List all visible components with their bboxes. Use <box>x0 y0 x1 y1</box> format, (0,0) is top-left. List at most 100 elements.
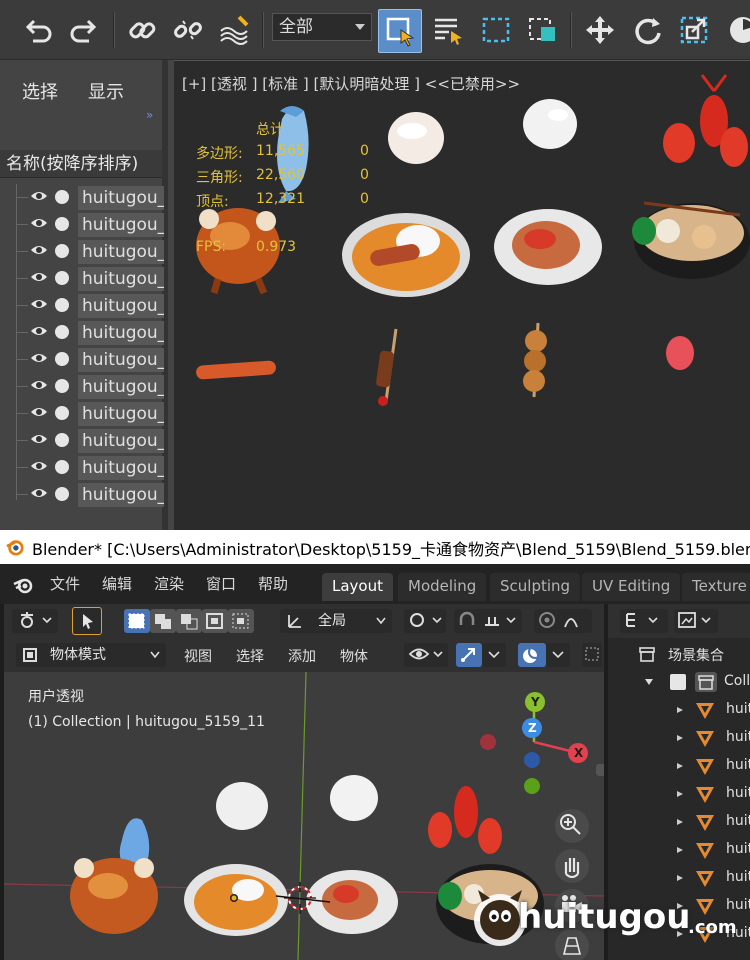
eye-icon[interactable] <box>30 432 48 446</box>
axis-x-label[interactable]: X <box>574 746 583 760</box>
scale-icon[interactable] <box>674 10 714 50</box>
bind-spacewarp-icon[interactable] <box>214 10 254 50</box>
gizmo-toggle[interactable] <box>456 643 482 667</box>
gizmo-dropdown[interactable] <box>482 643 506 667</box>
display-mode-dropdown[interactable] <box>620 609 668 633</box>
scene-object-name[interactable]: huitugou_ <box>78 429 164 453</box>
outliner-object-row[interactable]: huit <box>608 780 750 808</box>
scene-explorer-row[interactable]: huitugou_ <box>0 427 164 454</box>
eye-icon[interactable] <box>30 459 48 473</box>
transform-orientation-dropdown[interactable]: 全局 <box>280 609 392 633</box>
freeze-toggle-icon[interactable] <box>55 244 69 258</box>
visibility-dropdown[interactable] <box>404 643 448 667</box>
eye-icon[interactable] <box>30 378 48 392</box>
redo-icon[interactable] <box>64 10 104 50</box>
object-mode-dropdown[interactable]: 物体模式 <box>16 643 166 667</box>
scene-object-name[interactable]: huitugou_ <box>78 375 164 399</box>
scene-explorer-row[interactable]: huitugou_ <box>0 238 164 265</box>
freeze-toggle-icon[interactable] <box>55 271 69 285</box>
freeze-toggle-icon[interactable] <box>55 433 69 447</box>
expand-arrow-icon[interactable] <box>676 874 684 882</box>
expand-arrow-icon[interactable] <box>676 790 684 798</box>
expand-arrow-icon[interactable] <box>676 846 684 854</box>
freeze-toggle-icon[interactable] <box>55 460 69 474</box>
eye-icon[interactable] <box>30 297 48 311</box>
select-by-name-icon[interactable] <box>428 10 468 50</box>
freeze-toggle-icon[interactable] <box>55 487 69 501</box>
menu-edit[interactable]: 编辑 <box>102 573 132 594</box>
sidebar-toggle[interactable] <box>596 764 604 776</box>
outliner-object-row[interactable]: huit <box>608 752 750 780</box>
outliner-scene-collection[interactable]: 场景集合 <box>608 640 750 668</box>
scene-explorer-row[interactable]: huitugou_ <box>0 373 164 400</box>
expand-arrow-icon[interactable] <box>676 818 684 826</box>
menu-object[interactable]: 物体 <box>340 646 368 666</box>
expand-arrow-icon[interactable] <box>676 706 684 714</box>
move-icon[interactable] <box>580 10 620 50</box>
scene-explorer-row[interactable]: huitugou_ <box>0 346 164 373</box>
menu-view[interactable]: 视图 <box>184 646 212 666</box>
scene-explorer-row[interactable]: huitugou_ <box>0 184 164 211</box>
scene-object-name[interactable]: huitugou_ <box>78 213 164 237</box>
eye-icon[interactable] <box>30 243 48 257</box>
menu-render[interactable]: 渲染 <box>154 573 184 594</box>
axis-y-label[interactable]: Y <box>531 695 540 709</box>
overlays-dropdown[interactable] <box>546 643 570 667</box>
freeze-toggle-icon[interactable] <box>55 406 69 420</box>
blender-menu-icon[interactable] <box>12 574 34 596</box>
select-mode-invert-button[interactable] <box>202 609 228 633</box>
select-tool-button[interactable] <box>72 607 102 635</box>
undo-icon[interactable] <box>18 10 58 50</box>
menu-window[interactable]: 窗口 <box>206 573 236 594</box>
scene-object-name[interactable]: huitugou_ <box>78 294 164 318</box>
axis-z-label[interactable]: Z <box>528 721 537 735</box>
snap-toggle[interactable] <box>454 609 522 633</box>
tab-uv-editing[interactable]: UV Editing <box>582 573 681 601</box>
select-mode-subtract-button[interactable] <box>176 609 202 633</box>
collapse-icon[interactable]: » <box>146 108 153 122</box>
window-crossing-icon[interactable] <box>522 10 562 50</box>
scene-object-name[interactable]: huitugou_ <box>78 483 164 507</box>
select-object-button[interactable] <box>378 9 422 53</box>
eye-icon[interactable] <box>30 486 48 500</box>
outliner-object-row[interactable]: huit <box>608 724 750 752</box>
name-column-header[interactable]: 名称(按降序排序) <box>0 150 162 178</box>
scene-object-name[interactable]: huitugou_ <box>78 240 164 264</box>
overlays-toggle[interactable] <box>518 643 546 667</box>
xray-toggle[interactable] <box>582 643 602 667</box>
expand-arrow-icon[interactable] <box>644 677 654 687</box>
freeze-toggle-icon[interactable] <box>55 298 69 312</box>
scene-explorer-row[interactable]: huitugou_ <box>0 481 164 508</box>
rect-selection-region-icon[interactable] <box>476 10 516 50</box>
selection-filter-dropdown[interactable]: 全部 <box>272 13 372 41</box>
freeze-toggle-icon[interactable] <box>55 352 69 366</box>
scene-object-name[interactable]: huitugou_ <box>78 321 164 345</box>
freeze-toggle-icon[interactable] <box>55 379 69 393</box>
eye-icon[interactable] <box>30 189 48 203</box>
proportional-edit-toggle[interactable] <box>534 609 592 633</box>
scene-explorer-row[interactable]: huitugou_ <box>0 211 164 238</box>
collection-checkbox[interactable] <box>670 674 686 690</box>
expand-arrow-icon[interactable] <box>676 734 684 742</box>
eye-icon[interactable] <box>30 405 48 419</box>
rotate-icon[interactable] <box>628 10 668 50</box>
eye-icon[interactable] <box>30 270 48 284</box>
select-mode-intersect-button[interactable] <box>228 609 254 633</box>
scene-explorer-row[interactable]: huitugou_ <box>0 292 164 319</box>
menu-add[interactable]: 添加 <box>288 646 316 666</box>
max-perspective-viewport[interactable]: [+] [透视 ] [标准 ] [默认明暗处理 ] <<已禁用>> 总计 多边形… <box>174 60 750 530</box>
scene-object-name[interactable]: huitugou_ <box>78 348 164 372</box>
freeze-toggle-icon[interactable] <box>55 190 69 204</box>
eye-icon[interactable] <box>30 324 48 338</box>
scene-explorer-row[interactable]: huitugou_ <box>0 319 164 346</box>
scene-object-name[interactable]: huitugou_ <box>78 186 164 210</box>
eye-icon[interactable] <box>30 351 48 365</box>
freeze-toggle-icon[interactable] <box>55 217 69 231</box>
menu-select[interactable]: 选择 <box>236 646 264 666</box>
tab-texture[interactable]: Texture <box>682 573 750 601</box>
scene-object-name[interactable]: huitugou_ <box>78 456 164 480</box>
scene-explorer-row[interactable]: huitugou_ <box>0 454 164 481</box>
menu-file[interactable]: 文件 <box>50 573 80 594</box>
select-mode-extend-button[interactable] <box>150 609 176 633</box>
scene-object-name[interactable]: huitugou_ <box>78 402 164 426</box>
